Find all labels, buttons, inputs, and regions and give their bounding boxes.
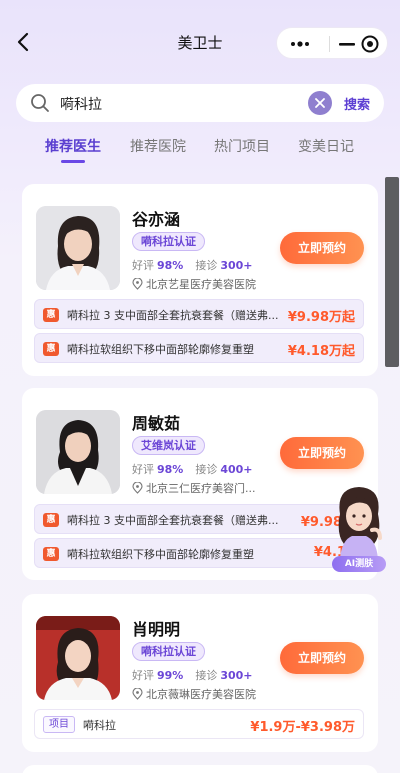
doctor-avatar <box>36 616 120 700</box>
next-doctor-card <box>22 765 378 773</box>
nav-bar: 美卫士 <box>0 0 400 80</box>
category-tabs: 推荐医生 推荐医院 热门项目 变美日记 <box>0 132 400 164</box>
consult-label: 接诊 <box>195 463 218 476</box>
location-pin-icon <box>132 278 143 290</box>
doctor-stats: 好评 98% 接诊 300+ <box>132 257 253 273</box>
hospital-info: 北京薇琳医疗美容医院 <box>132 686 256 702</box>
scrollbar-thumb[interactable] <box>385 177 399 367</box>
rating-value: 98% <box>157 259 184 272</box>
close-icon <box>315 98 325 108</box>
search-bar: 嗬科拉 搜索 <box>16 84 384 122</box>
doctor-avatar <box>36 206 120 290</box>
discount-tag: 惠 <box>43 513 59 527</box>
hospital-name: 北京三仁医疗美容门... <box>146 482 256 495</box>
package-title: 嗬科拉 3 支中面部全套抗衰套餐（赠送弗... <box>67 309 279 322</box>
rating-value: 98% <box>157 463 184 476</box>
hospital-info: 北京三仁医疗美容门... <box>132 480 256 496</box>
rating-value: 99% <box>157 669 184 682</box>
package-price: ¥4.18万起 <box>287 344 355 359</box>
close-mini-program-icon[interactable] <box>360 34 380 54</box>
package-item[interactable]: 惠 嗬科拉软组织下移中面部轮廓修复重塑 ¥4.18 <box>34 538 364 568</box>
certification-badge: 嗬科拉认证 <box>132 642 205 661</box>
package-title: 嗬科拉 3 支中面部全套抗衰套餐（赠送弗... <box>67 514 279 527</box>
doctor-avatar <box>36 410 120 494</box>
tab-recommended-doctors[interactable]: 推荐医生 <box>45 136 101 156</box>
consult-count: 300+ <box>220 669 253 682</box>
rating-label: 好评 <box>132 463 154 476</box>
doctor-name: 周敏茹 <box>132 414 181 433</box>
doctor-card[interactable]: 肖明明 嗬科拉认证 好评 99% 接诊 300+ 北京薇琳医疗美容医院 立即预约 项目… <box>22 594 378 752</box>
tab-beauty-diary[interactable]: 变美日记 <box>298 136 354 156</box>
minimize-icon[interactable] <box>336 35 358 53</box>
search-input[interactable]: 嗬科拉 <box>60 94 102 114</box>
ai-assistant-avatar-icon <box>338 487 382 558</box>
doctor-card[interactable]: 谷亦涵 嗬科拉认证 好评 98% 接诊 300+ 北京艺星医疗美容医院 立即预约 惠 … <box>22 184 378 376</box>
package-item[interactable]: 惠 嗬科拉软组织下移中面部轮廓修复重塑 ¥4.18万起 <box>34 333 364 363</box>
hospital-info: 北京艺星医疗美容医院 <box>132 276 256 292</box>
project-tag: 项目 <box>43 716 75 733</box>
discount-tag: 惠 <box>43 547 59 561</box>
tab-indicator <box>61 160 85 163</box>
package-title: 嗬科拉软组织下移中面部轮廓修复重塑 <box>67 343 254 356</box>
consult-label: 接诊 <box>195 259 218 272</box>
doctor-stats: 好评 98% 接诊 400+ <box>132 461 253 477</box>
clear-search-button[interactable] <box>308 91 332 115</box>
rating-label: 好评 <box>132 669 154 682</box>
book-now-button[interactable]: 立即预约 <box>280 437 364 469</box>
hospital-name: 北京艺星医疗美容医院 <box>146 278 256 291</box>
ai-skin-test-label: AI测肤 <box>332 556 386 572</box>
mini-program-capsule <box>276 27 388 59</box>
discount-tag: 惠 <box>43 308 59 322</box>
ai-skin-test-button[interactable]: AI测肤 <box>328 484 390 576</box>
search-button[interactable]: 搜索 <box>344 94 370 113</box>
certification-badge: 嗬科拉认证 <box>132 232 205 251</box>
consult-label: 接诊 <box>195 669 218 682</box>
location-pin-icon <box>132 688 143 700</box>
location-pin-icon <box>132 482 143 494</box>
certification-badge: 艾维岚认证 <box>132 436 205 455</box>
book-now-button[interactable]: 立即预约 <box>280 642 364 674</box>
doctor-card[interactable]: 周敏茹 艾维岚认证 好评 98% 接诊 400+ 北京三仁医疗美容门... 立即预约 … <box>22 388 378 580</box>
search-icon <box>31 94 49 112</box>
package-price: ¥9.98万起 <box>287 310 355 325</box>
project-item[interactable]: 项目 嗬科拉 ¥1.9万-¥3.98万 <box>34 709 364 739</box>
project-name: 嗬科拉 <box>83 719 116 732</box>
tab-recommended-hospitals[interactable]: 推荐医院 <box>130 136 186 156</box>
book-now-button[interactable]: 立即预约 <box>280 232 364 264</box>
doctor-stats: 好评 99% 接诊 300+ <box>132 667 253 683</box>
package-title: 嗬科拉软组织下移中面部轮廓修复重塑 <box>67 548 254 561</box>
doctor-name: 谷亦涵 <box>132 210 181 229</box>
tab-hot-projects[interactable]: 热门项目 <box>214 136 270 156</box>
doctor-name: 肖明明 <box>132 620 181 639</box>
hospital-name: 北京薇琳医疗美容医院 <box>146 688 256 701</box>
capsule-divider <box>329 36 330 52</box>
consult-count: 300+ <box>220 259 253 272</box>
consult-count: 400+ <box>220 463 253 476</box>
project-price: ¥1.9万-¥3.98万 <box>250 720 355 735</box>
rating-label: 好评 <box>132 259 154 272</box>
more-icon[interactable] <box>289 37 313 51</box>
discount-tag: 惠 <box>43 342 59 356</box>
package-item[interactable]: 惠 嗬科拉 3 支中面部全套抗衰套餐（赠送弗... ¥9.98万 <box>34 504 364 534</box>
package-item[interactable]: 惠 嗬科拉 3 支中面部全套抗衰套餐（赠送弗... ¥9.98万起 <box>34 299 364 329</box>
